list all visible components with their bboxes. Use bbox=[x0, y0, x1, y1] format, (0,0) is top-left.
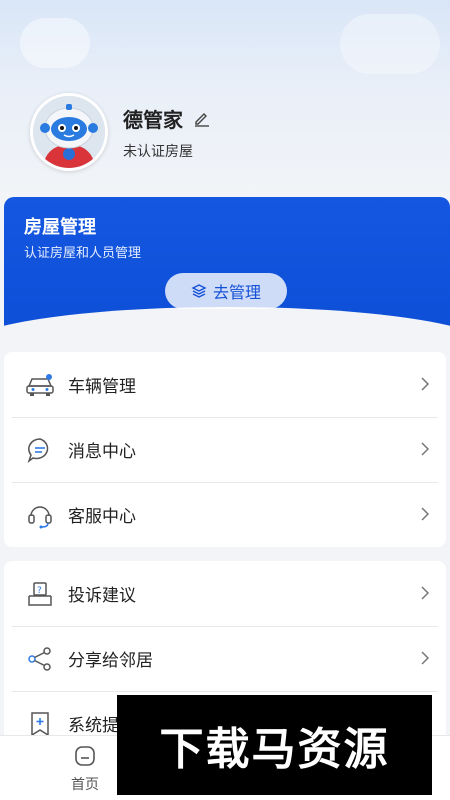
menu-item-label: 系统提 bbox=[68, 716, 119, 736]
cloud-decoration bbox=[340, 14, 440, 74]
chevron-right-icon bbox=[421, 507, 430, 521]
menu-item-label: 分享给邻居 bbox=[68, 651, 153, 671]
menu-item-label: 客服中心 bbox=[68, 507, 136, 527]
tab-home[interactable]: 首页 bbox=[60, 744, 110, 794]
go-manage-label: 去管理 bbox=[212, 283, 261, 302]
house-card-title: 房屋管理 bbox=[24, 217, 96, 238]
headset-icon bbox=[24, 499, 56, 531]
chevron-right-icon bbox=[421, 442, 430, 456]
menu-item-label: 消息中心 bbox=[68, 442, 136, 462]
edit-icon[interactable] bbox=[193, 109, 211, 127]
message-icon bbox=[24, 434, 56, 466]
complaint-icon: ? bbox=[24, 578, 56, 610]
share-icon bbox=[24, 643, 56, 675]
verification-status: 未认证房屋 bbox=[123, 143, 193, 160]
tab-home-label: 首页 bbox=[71, 777, 99, 793]
robot-avatar-icon bbox=[33, 96, 105, 168]
avatar[interactable] bbox=[30, 93, 108, 171]
menu-item-label: 投诉建议 bbox=[68, 586, 136, 606]
chevron-right-icon bbox=[421, 651, 430, 665]
watermark-overlay: 下载马资源 bbox=[117, 695, 432, 795]
house-management-card: 房屋管理 认证房屋和人员管理 去管理 bbox=[4, 197, 450, 327]
svg-text:?: ? bbox=[37, 586, 42, 596]
menu-item-complaint[interactable]: ? 投诉建议 bbox=[4, 561, 446, 626]
menu-item-label: 车辆管理 bbox=[68, 377, 136, 397]
watermark-text: 下载马资源 bbox=[159, 724, 390, 775]
menu-item-messages[interactable]: 消息中心 bbox=[4, 417, 446, 482]
menu-item-customer-service[interactable]: 客服中心 bbox=[4, 482, 446, 547]
cloud-decoration bbox=[20, 18, 90, 68]
chevron-right-icon bbox=[421, 586, 430, 600]
user-name: 德管家 bbox=[123, 107, 183, 132]
menu-item-vehicle[interactable]: 车辆管理 bbox=[4, 352, 446, 417]
layers-icon bbox=[191, 284, 207, 298]
chevron-right-icon bbox=[421, 377, 430, 391]
home-icon bbox=[75, 746, 95, 766]
go-manage-button[interactable]: 去管理 bbox=[165, 273, 287, 309]
menu-item-share[interactable]: 分享给邻居 bbox=[4, 626, 446, 691]
menu-card-primary: 车辆管理 消息中心 客服中心 bbox=[4, 352, 446, 547]
profile-section: 德管家 未认证房屋 bbox=[30, 93, 211, 171]
house-card-subtitle: 认证房屋和人员管理 bbox=[24, 246, 142, 261]
car-icon bbox=[24, 369, 56, 401]
